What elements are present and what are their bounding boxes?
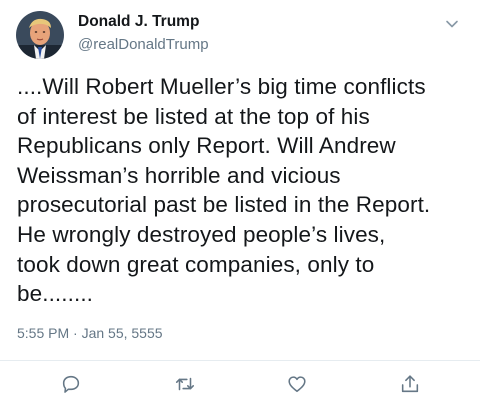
- tweet-text-line: prosecutorial past be listed in the Repo…: [17, 192, 431, 218]
- share-icon[interactable]: [398, 372, 422, 396]
- display-name[interactable]: Donald J. Trump: [78, 13, 199, 31]
- avatar[interactable]: [16, 11, 64, 59]
- tweet-text: ....Will Robert Mueller’s big time confl…: [17, 72, 477, 309]
- tweet-text-line: He wrongly destroyed people’s lives,: [17, 221, 386, 247]
- retweet-icon[interactable]: [173, 372, 197, 396]
- heart-icon[interactable]: [285, 372, 309, 396]
- avatar-image: [16, 11, 64, 59]
- tweet: Donald J. Trump @realDonaldTrump ....Wil…: [0, 0, 480, 410]
- tweet-text-line: Weissman’s horrible and vicious: [17, 162, 341, 188]
- user-handle[interactable]: @realDonaldTrump: [78, 36, 209, 53]
- tweet-text-line: ....Will Robert Mueller’s big time confl…: [17, 74, 426, 99]
- reply-icon[interactable]: [59, 372, 83, 396]
- tweet-text-line: of interest be listed at the top of his: [17, 103, 370, 129]
- tweet-text-line: be........: [17, 281, 94, 307]
- chevron-down-icon[interactable]: [444, 16, 460, 32]
- tweet-text-line: Republicans only Report. Will Andrew: [17, 133, 396, 159]
- divider: [0, 360, 480, 361]
- tweet-text-line: took down great companies, only to: [17, 251, 375, 277]
- timestamp[interactable]: 5:55 PM · Jan 55, 5555: [17, 325, 163, 341]
